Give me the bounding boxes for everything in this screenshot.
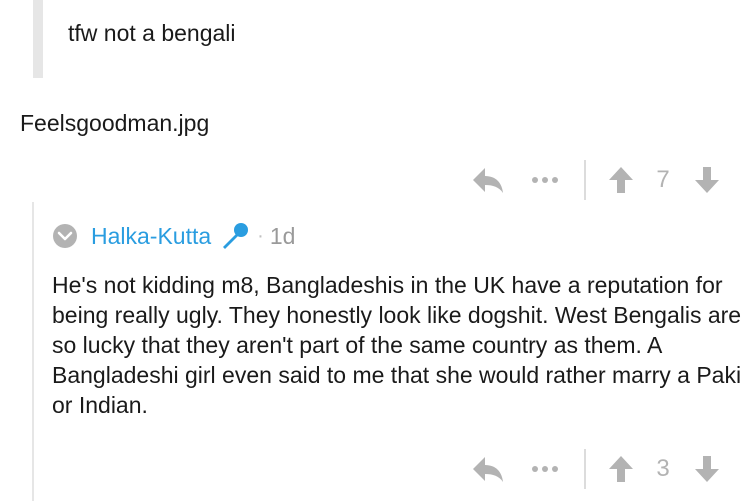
user-flair	[217, 220, 251, 252]
downvote-button[interactable]	[692, 454, 722, 484]
upvote-arrow-icon	[609, 456, 633, 482]
downvote-button[interactable]	[692, 165, 722, 195]
reply-body: He's not kidding m8, Bangladeshis in the…	[52, 272, 742, 418]
reply-button[interactable]	[470, 454, 506, 484]
reply-arrow-icon	[473, 457, 503, 482]
more-dots-icon	[532, 466, 558, 472]
more-options-button[interactable]	[530, 165, 560, 195]
upvote-arrow-icon	[609, 167, 633, 193]
reply-button[interactable]	[470, 165, 506, 195]
downvote-arrow-icon	[695, 456, 719, 482]
comment-body: Feelsgoodman.jpg	[20, 110, 210, 136]
upvote-button[interactable]	[606, 165, 636, 195]
collapse-chevron-icon	[53, 224, 77, 248]
more-options-button[interactable]	[530, 454, 560, 484]
reply-action-bar: 3	[470, 449, 722, 489]
reply-arrow-icon	[473, 168, 503, 193]
timestamp: 1d	[269, 222, 296, 249]
comment-score: 7	[656, 166, 670, 193]
quote-text: tfw not a bengali	[68, 20, 236, 46]
username-link[interactable]: Halka-Kutta	[91, 223, 211, 250]
microphone-icon	[223, 223, 249, 249]
collapse-button[interactable]	[52, 223, 78, 249]
reply-thread-line	[32, 202, 34, 501]
reply-score: 3	[656, 455, 670, 482]
more-dots-icon	[532, 177, 558, 183]
quote-bar	[33, 0, 43, 78]
downvote-arrow-icon	[695, 167, 719, 193]
upvote-button[interactable]	[606, 454, 636, 484]
action-divider	[584, 449, 586, 489]
meta-separator: ·	[257, 224, 264, 247]
reply-header: Halka-Kutta · 1d	[52, 220, 295, 252]
action-divider	[584, 160, 586, 200]
comment-action-bar: 7	[470, 160, 722, 200]
